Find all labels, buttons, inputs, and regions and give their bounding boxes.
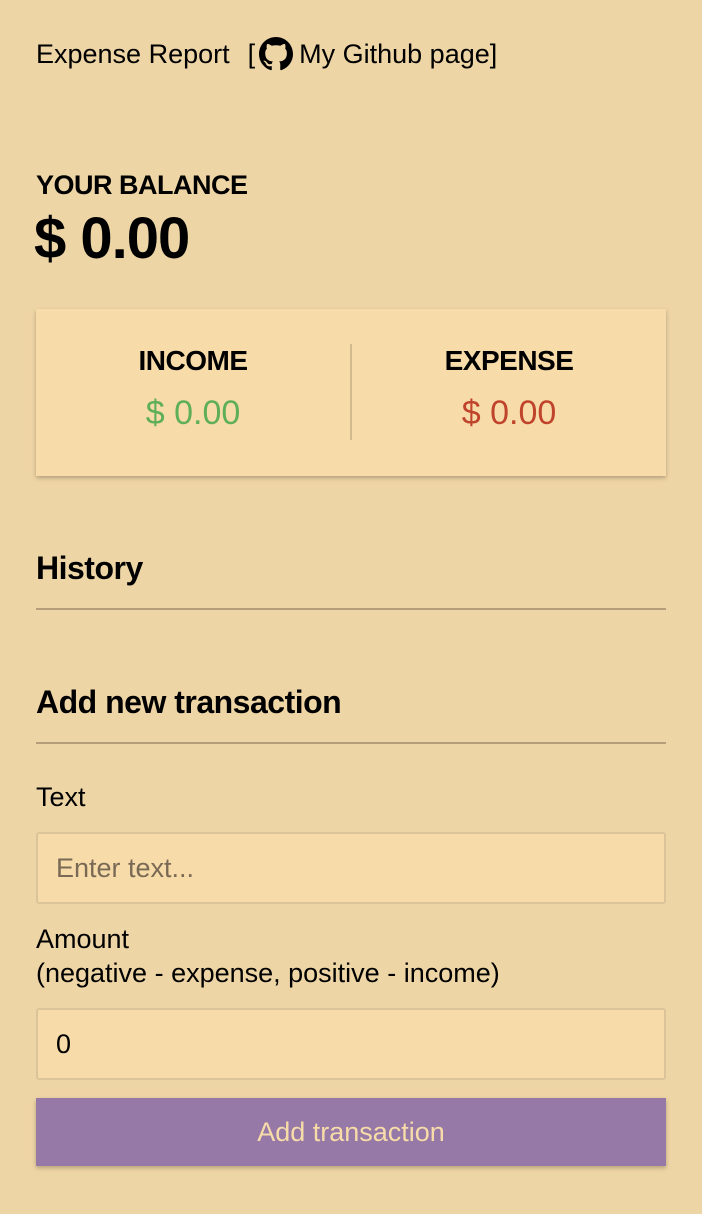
balance-label: YOUR BALANCE <box>36 170 248 200</box>
amount-input[interactable] <box>36 1008 666 1080</box>
add-transaction-button[interactable]: Add transaction <box>36 1098 666 1166</box>
income-column: INCOME $ 0.00 <box>36 309 350 476</box>
github-icon <box>259 37 294 71</box>
expense-value: $ 0.00 <box>461 394 557 432</box>
app-title: Expense Report <box>36 39 230 69</box>
income-value: $ 0.00 <box>145 394 241 432</box>
bracket-open: [ <box>247 39 256 69</box>
text-field-label: Text <box>36 782 86 812</box>
text-input[interactable] <box>36 832 666 904</box>
amount-hint: (negative - expense, positive - income) <box>36 958 500 988</box>
github-link[interactable]: My Github page <box>255 36 490 72</box>
amount-label: Amount <box>36 924 130 954</box>
history-heading: History <box>36 550 666 610</box>
income-expense-card: INCOME $ 0.00 EXPENSE $ 0.00 <box>36 309 666 476</box>
app-page: Expense Report [ My Github page ] YOUR B… <box>0 0 702 1214</box>
expense-column: EXPENSE $ 0.00 <box>352 309 666 476</box>
expense-label: EXPENSE <box>444 345 574 376</box>
bracket-close: ] <box>489 39 498 69</box>
github-link-label: My Github page <box>299 39 490 69</box>
balance-value: $ 0.00 <box>34 206 190 271</box>
add-transaction-heading: Add new transaction <box>36 684 666 744</box>
amount-field-label: Amount (negative - expense, positive - i… <box>36 922 500 990</box>
income-label: INCOME <box>138 345 249 376</box>
top-bar: Expense Report [ My Github page ] <box>36 36 497 72</box>
